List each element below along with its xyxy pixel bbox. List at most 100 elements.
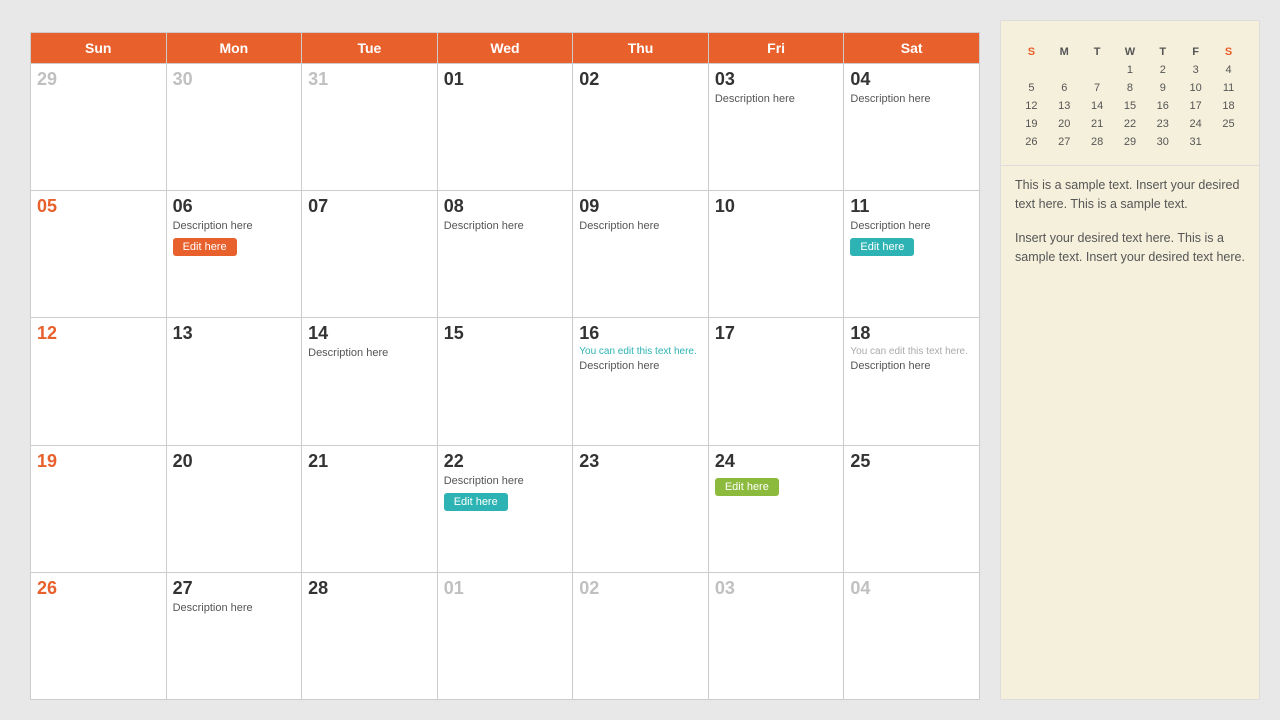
day-number: 22 xyxy=(444,451,567,472)
weekday-header: Mon xyxy=(166,33,302,64)
mini-cal-day: 17 xyxy=(1179,97,1212,115)
mini-weekday-header: T xyxy=(1146,43,1179,61)
description-text: Description here xyxy=(173,602,296,614)
calendar-cell: 31 xyxy=(302,64,438,191)
day-number: 15 xyxy=(444,323,567,344)
calendar-cell: 25 xyxy=(844,445,980,572)
mini-cal-day xyxy=(1081,61,1114,79)
mini-cal-day: 23 xyxy=(1146,115,1179,133)
description-text: Description here xyxy=(308,347,431,359)
day-number: 02 xyxy=(579,69,702,90)
mini-cal-day: 13 xyxy=(1048,97,1081,115)
day-number: 26 xyxy=(37,578,160,599)
text-block: This is a sample text. Insert your desir… xyxy=(1015,176,1245,215)
day-number: 19 xyxy=(37,451,160,472)
day-number: 10 xyxy=(715,196,838,217)
mini-cal-day xyxy=(1212,133,1245,151)
description-text: Description here xyxy=(444,475,567,487)
day-number: 04 xyxy=(850,69,973,90)
calendar-cell: 14Description here xyxy=(302,318,438,445)
day-number: 18 xyxy=(850,323,973,344)
calendar-cell: 27Description here xyxy=(166,572,302,699)
day-number: 30 xyxy=(173,69,296,90)
mini-weekday-header: F xyxy=(1179,43,1212,61)
mini-cal-day: 18 xyxy=(1212,97,1245,115)
day-number: 05 xyxy=(37,196,160,217)
calendar-cell: 28 xyxy=(302,572,438,699)
calendar-cell: 19 xyxy=(31,445,167,572)
mini-cal-day: 5 xyxy=(1015,79,1048,97)
calendar-cell: 23 xyxy=(573,445,709,572)
mini-cal-day: 25 xyxy=(1212,115,1245,133)
mini-calendar-box: SMTWTFS 12345678910111213141516171819202… xyxy=(1000,20,1260,166)
calendar-cell: 03 xyxy=(708,572,844,699)
calendar-cell: 01 xyxy=(437,64,573,191)
edit-button[interactable]: Edit here xyxy=(173,238,237,256)
mini-cal-day: 11 xyxy=(1212,79,1245,97)
calendar-cell: 01 xyxy=(437,572,573,699)
day-number: 16 xyxy=(579,323,702,344)
calendar-cell: 15 xyxy=(437,318,573,445)
calendar-cell: 04 Description here xyxy=(844,64,980,191)
edit-button[interactable]: Edit here xyxy=(444,493,508,511)
calendar-cell: 06Description hereEdit here xyxy=(166,191,302,318)
day-number: 21 xyxy=(308,451,431,472)
day-number: 29 xyxy=(37,69,160,90)
description-text: Description here xyxy=(579,360,702,372)
mini-cal-day: 3 xyxy=(1179,61,1212,79)
mini-cal-day: 30 xyxy=(1146,133,1179,151)
calendar-cell: 12 xyxy=(31,318,167,445)
day-number: 01 xyxy=(444,69,567,90)
calendar-cell: 04 xyxy=(844,572,980,699)
mini-cal-day: 4 xyxy=(1212,61,1245,79)
calendar-cell: 03Description here xyxy=(708,64,844,191)
description-text: Description here xyxy=(850,93,973,105)
weekday-header: Sun xyxy=(31,33,167,64)
description-text: Description here xyxy=(850,220,973,232)
text-block: Insert your desired text here. This is a… xyxy=(1015,229,1245,268)
calendar-cell: 21 xyxy=(302,445,438,572)
mini-cal-day: 15 xyxy=(1114,97,1147,115)
day-number: 31 xyxy=(308,69,431,90)
edit-button[interactable]: Edit here xyxy=(715,478,779,496)
calendar-cell: 16You can edit this text here.Descriptio… xyxy=(573,318,709,445)
description-text: Description here xyxy=(173,220,296,232)
mini-cal-day: 7 xyxy=(1081,79,1114,97)
calendar-cell: 05 xyxy=(31,191,167,318)
day-number: 09 xyxy=(579,196,702,217)
day-number: 03 xyxy=(715,578,838,599)
description-text: Description here xyxy=(850,360,973,372)
mini-cal-day: 14 xyxy=(1081,97,1114,115)
mini-cal-day: 22 xyxy=(1114,115,1147,133)
calendar-cell: 17 xyxy=(708,318,844,445)
main-section: SunMonTueWedThuFriSat 293031010203Descri… xyxy=(30,20,980,700)
mini-calendar-table: SMTWTFS 12345678910111213141516171819202… xyxy=(1015,43,1245,151)
mini-weekday-header: W xyxy=(1114,43,1147,61)
mini-cal-day: 12 xyxy=(1015,97,1048,115)
day-number: 13 xyxy=(173,323,296,344)
mini-cal-day: 24 xyxy=(1179,115,1212,133)
mini-cal-day: 8 xyxy=(1114,79,1147,97)
sidebar: SMTWTFS 12345678910111213141516171819202… xyxy=(1000,20,1260,700)
calendar-cell: 29 xyxy=(31,64,167,191)
text-block-area: This is a sample text. Insert your desir… xyxy=(1000,166,1260,700)
calendar-cell: 07 xyxy=(302,191,438,318)
mini-cal-day: 28 xyxy=(1081,133,1114,151)
day-number: 24 xyxy=(715,451,838,472)
description-text: Description here xyxy=(444,220,567,232)
day-number: 02 xyxy=(579,578,702,599)
calendar-cell: 13 xyxy=(166,318,302,445)
mini-cal-day: 1 xyxy=(1114,61,1147,79)
mini-cal-day xyxy=(1015,61,1048,79)
calendar-cell: 11Description hereEdit here xyxy=(844,191,980,318)
weekday-header: Wed xyxy=(437,33,573,64)
mini-cal-day: 31 xyxy=(1179,133,1212,151)
calendar-cell: 02 xyxy=(573,64,709,191)
edit-button[interactable]: Edit here xyxy=(850,238,914,256)
main-calendar: SunMonTueWedThuFriSat 293031010203Descri… xyxy=(30,32,980,700)
day-number: 23 xyxy=(579,451,702,472)
description-text: Description here xyxy=(579,220,702,232)
weekday-header: Fri xyxy=(708,33,844,64)
weekday-header: Sat xyxy=(844,33,980,64)
mini-cal-day: 20 xyxy=(1048,115,1081,133)
